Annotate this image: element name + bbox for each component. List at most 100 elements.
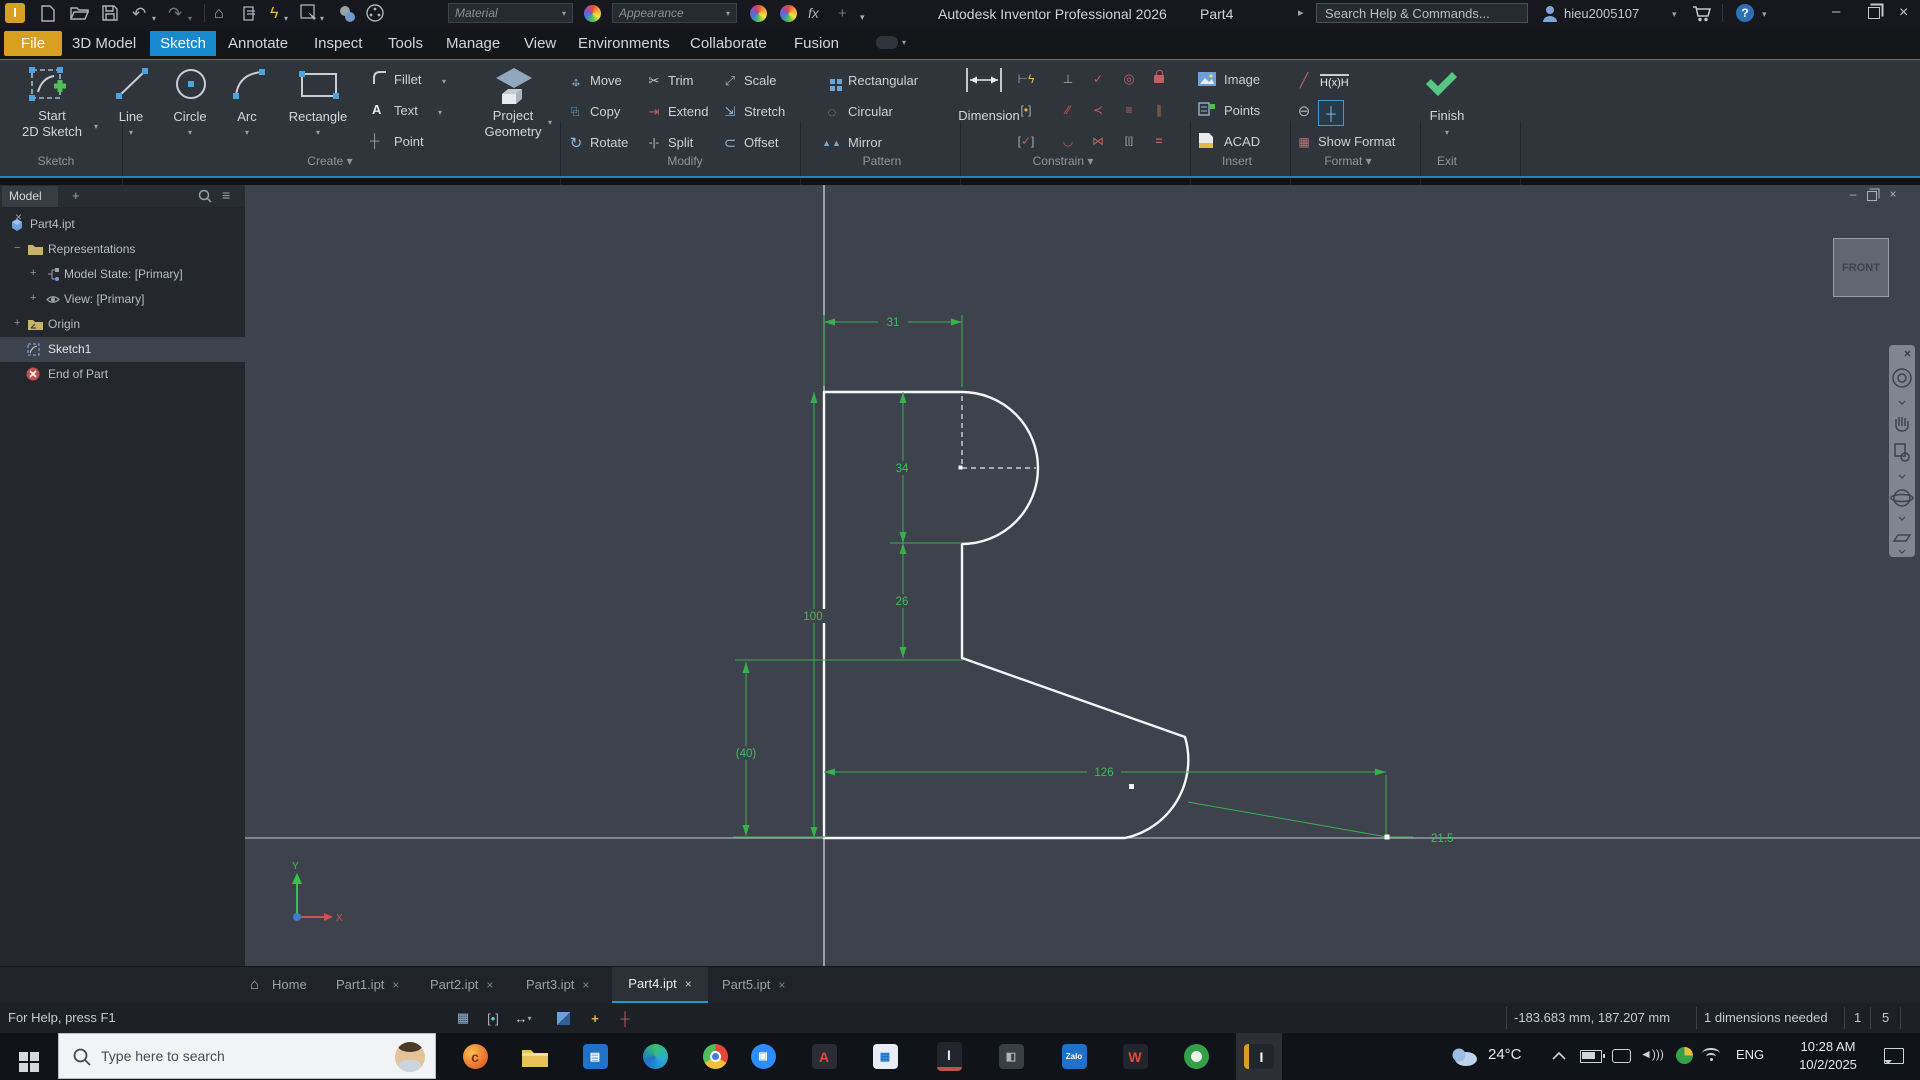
app-gray-icon[interactable]: ◧ [988, 1033, 1034, 1080]
antivirus-shield-icon[interactable] [1676, 1047, 1693, 1064]
doc-close-icon[interactable]: × [1885, 187, 1901, 201]
rotate-button[interactable]: Rotate [590, 135, 628, 150]
dim-34[interactable]: 34 [896, 463, 909, 475]
clear-appearance-icon[interactable] [780, 5, 797, 22]
smooth-constraint-icon[interactable]: ◡ [1056, 132, 1080, 150]
calendar-icon[interactable]: ▦ [862, 1033, 908, 1080]
rectangle-tool-label[interactable]: Rectangle [289, 109, 348, 124]
driven-dimension-icon[interactable]: H(x)H [1320, 74, 1349, 89]
doc-tab-part4-active[interactable]: Part4.ipt × [612, 967, 708, 1004]
start-2d-sketch-icon[interactable] [28, 66, 70, 108]
help-icon[interactable]: ? [1736, 4, 1754, 22]
chrome-icon[interactable] [692, 1033, 738, 1080]
doc-tab-close-icon[interactable]: × [685, 977, 692, 991]
dimension-icon[interactable] [964, 66, 1004, 94]
tab-manage[interactable]: Manage [446, 31, 500, 56]
circular-pattern-button[interactable]: Circular [848, 104, 893, 119]
tray-expand-icon[interactable] [1552, 1051, 1566, 1060]
midpoint-constraint-icon[interactable]: [|] [1117, 132, 1141, 150]
fillet-caret-icon[interactable]: ▾ [442, 77, 446, 86]
redo-caret-icon[interactable]: ▾ [188, 9, 192, 28]
firefox-icon[interactable]: c [452, 1033, 498, 1080]
rectangle-caret-icon[interactable]: ▾ [316, 128, 320, 137]
dim-21-5[interactable]: 21.5 [1431, 833, 1453, 845]
zoom-icon[interactable]: ▣ [740, 1033, 786, 1080]
viewcube[interactable]: FRONT [1833, 238, 1889, 297]
constraint-settings-icon[interactable]: [✓] [1014, 132, 1038, 150]
arc-tool-label[interactable]: Arc [237, 109, 257, 124]
doc-tab-home[interactable]: ⌂ Home [250, 967, 307, 1003]
window-close-icon[interactable]: × [1899, 4, 1908, 22]
weather-icon[interactable] [1448, 1045, 1478, 1067]
update-caret-icon[interactable]: ▾ [284, 9, 288, 28]
update-icon[interactable]: ϟ [270, 4, 278, 23]
select-caret-icon[interactable]: ▾ [320, 9, 324, 28]
window-restore-icon[interactable] [1868, 7, 1880, 19]
tree-item-origin[interactable]: + Origin [0, 312, 245, 337]
adjust-appearance-icon[interactable] [750, 5, 767, 22]
taskbar-search-box[interactable]: Type here to search [58, 1033, 436, 1079]
window-minimize-icon[interactable]: – [1832, 3, 1840, 20]
tab-collaborate[interactable]: Collaborate [690, 31, 767, 56]
line-caret-icon[interactable]: ▾ [129, 128, 133, 137]
inventor-logo[interactable]: I [5, 3, 25, 23]
appearance-ball-icon[interactable] [366, 4, 385, 23]
doc-tab-close-icon[interactable]: × [486, 978, 493, 992]
speaker-icon[interactable]: ◄))) [1640, 1047, 1664, 1061]
acrobat-icon[interactable]: A [801, 1033, 847, 1080]
tab-tools[interactable]: Tools [388, 31, 423, 56]
panel-label-pattern[interactable]: Pattern [863, 154, 902, 168]
trim-button[interactable]: Trim [668, 73, 694, 88]
temperature[interactable]: 24°C [1488, 1046, 1522, 1063]
doc-tab-close-icon[interactable]: × [582, 978, 589, 992]
panel-label-create[interactable]: Create ▾ [307, 154, 352, 168]
project-geometry-label1[interactable]: Project [493, 108, 533, 123]
expand-icon[interactable]: + [30, 292, 36, 304]
dim-40[interactable]: (40) [736, 748, 757, 760]
graphics-window[interactable]: 31 34 26 100 (40) 126 21.5 – × FRONT Y X [245, 185, 1920, 966]
arc-caret-icon[interactable]: ▾ [245, 128, 249, 137]
text-tool-label[interactable]: Text [394, 103, 418, 118]
file-explorer-icon[interactable] [512, 1033, 558, 1080]
undo-icon[interactable]: ↶ [132, 4, 146, 23]
dimension-display-icon[interactable]: ↔ ▾ [512, 1009, 534, 1027]
points-button[interactable]: Points [1224, 103, 1260, 118]
centerline-icon[interactable]: ⊖ [1292, 102, 1316, 120]
search-expand-icon[interactable]: ▸ [1298, 6, 1304, 19]
panel-label-format[interactable]: Format ▾ [1324, 154, 1371, 168]
fillet-tool-label[interactable]: Fillet [394, 72, 421, 87]
fix-constraint-icon[interactable] [1147, 70, 1171, 88]
constraint-visibility-icon[interactable]: ┼ [614, 1009, 636, 1027]
rectangular-pattern-button[interactable]: Rectangular [848, 73, 918, 88]
undo-caret-icon[interactable]: ▾ [152, 9, 156, 28]
browser-menu-icon[interactable]: ≡ [222, 187, 230, 203]
zalo-icon[interactable]: Zalo [1051, 1033, 1097, 1080]
tree-item-end-of-part[interactable]: End of Part [0, 362, 245, 387]
start-2d-sketch-caret-icon[interactable]: ▾ [94, 122, 98, 131]
doc-minimize-icon[interactable]: – [1845, 187, 1861, 201]
coincident-constraint-icon[interactable]: ✓ [1086, 70, 1110, 88]
parameters-fx-icon[interactable]: fx [808, 4, 819, 23]
coccoc-icon[interactable] [1173, 1033, 1219, 1080]
tab-fusion[interactable]: Fusion [794, 31, 839, 56]
action-center-icon[interactable] [1884, 1048, 1904, 1064]
text-caret-icon[interactable]: ▾ [438, 108, 442, 117]
construction-icon[interactable]: ╱ [1292, 71, 1316, 89]
arc-tool-icon[interactable] [230, 66, 268, 102]
store-cart-icon[interactable] [1692, 5, 1712, 22]
clock[interactable]: 10:28 AM 10/2/2025 [1782, 1038, 1874, 1074]
equal-constraint-icon[interactable]: = [1147, 132, 1171, 150]
show-format-button[interactable]: Show Format [1318, 134, 1395, 149]
home-icon[interactable]: ⌂ [214, 4, 224, 23]
circle-caret-icon[interactable]: ▾ [188, 128, 192, 137]
open-icon[interactable] [70, 6, 89, 21]
wifi-icon[interactable] [1702, 1048, 1722, 1062]
doc-restore-icon[interactable] [1867, 191, 1877, 201]
move-button[interactable]: Move [590, 73, 622, 88]
tab-view[interactable]: View [524, 31, 556, 56]
start-button[interactable] [0, 1033, 46, 1080]
extend-button[interactable]: Extend [668, 104, 708, 119]
ribbon-display-caret-icon[interactable]: ▾ [902, 38, 906, 47]
ribbon-display-icon[interactable] [876, 36, 898, 49]
concentric-constraint-icon[interactable]: ◎ [1117, 70, 1141, 88]
